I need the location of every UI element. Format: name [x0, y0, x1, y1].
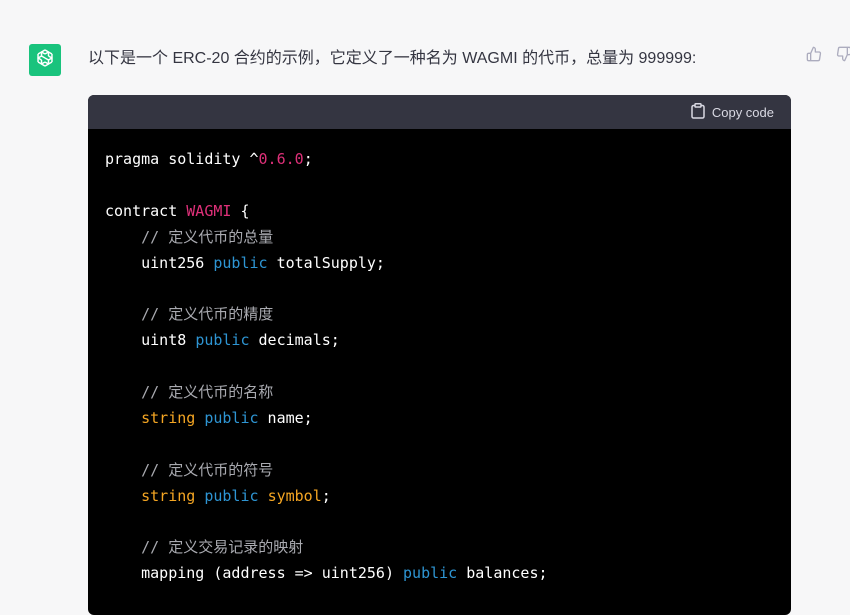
code-token-comment: // 定义代币的符号: [141, 460, 274, 479]
code-token-comment: // 定义代币的名称: [141, 383, 274, 402]
code-token-plain: {: [231, 201, 250, 220]
code-token-plain: decimals;: [249, 331, 340, 350]
copy-code-button[interactable]: Copy code: [691, 102, 774, 122]
code-content: pragma solidity ^0.6.0; contract WAGMI {…: [88, 129, 791, 587]
code-line: // 定义交易记录的映射: [105, 535, 774, 561]
code-line: // 定义代币的名称: [105, 380, 774, 406]
code-token-plain: totalSupply;: [267, 253, 385, 272]
thumbs-down-icon: [836, 46, 850, 67]
code-token-keyword: public: [213, 253, 268, 272]
code-token-type: string: [141, 408, 196, 427]
code-line: uint256 public totalSupply;: [105, 251, 774, 277]
clipboard-icon: [691, 102, 705, 122]
openai-logo-icon: [34, 47, 56, 74]
code-token-plain: balances;: [457, 564, 548, 583]
code-line: mapping (address => uint256) public bala…: [105, 561, 774, 587]
code-line: // 定义代币的符号: [105, 458, 774, 484]
code-token-plain: uint256: [105, 253, 214, 272]
code-token-plain: ;: [303, 150, 313, 168]
code-line: pragma solidity ^0.6.0;: [105, 147, 774, 173]
copy-code-label: Copy code: [711, 104, 774, 120]
code-token-type: symbol: [267, 486, 322, 505]
code-token-plain: name;: [258, 408, 313, 427]
code-token-number: 0.6.0: [258, 150, 304, 168]
thumbs-down-button[interactable]: [833, 44, 850, 68]
code-token-plain: mapping (address => uint256): [105, 564, 404, 583]
code-line: contract WAGMI {: [105, 199, 774, 225]
code-line: string public name;: [105, 406, 774, 432]
assistant-message-text: 以下是一个 ERC-20 合约的示例，它定义了一种名为 WAGMI 的代币，总量…: [88, 50, 697, 67]
code-token-plain: contract: [105, 201, 187, 220]
code-token-title: WAGMI: [186, 201, 232, 220]
code-block: Copy code pragma solidity ^0.6.0; contra…: [88, 95, 791, 615]
code-token-plain: uint8: [105, 331, 196, 350]
assistant-avatar: [29, 44, 61, 76]
code-token-keyword: public: [204, 486, 259, 505]
code-token-comment: // 定义交易记录的映射: [141, 538, 304, 557]
code-token-keyword: public: [403, 564, 458, 583]
code-line: string public symbol;: [105, 484, 774, 510]
thumbs-up-button[interactable]: [803, 44, 825, 68]
code-token-plain: ;: [321, 486, 331, 505]
code-line: // 定义代币的总量: [105, 225, 774, 251]
code-line: uint8 public decimals;: [105, 328, 774, 354]
code-token-plain: pragma solidity ^: [105, 150, 259, 168]
code-token-keyword: public: [204, 408, 259, 427]
code-token-comment: // 定义代币的精度: [141, 305, 274, 324]
code-token-keyword: public: [195, 331, 250, 350]
code-block-header: Copy code: [88, 95, 791, 129]
code-token-type: string: [141, 486, 196, 505]
code-line: // 定义代币的精度: [105, 302, 774, 328]
code-token-comment: // 定义代币的总量: [141, 227, 274, 246]
thumbs-up-icon: [806, 46, 822, 67]
